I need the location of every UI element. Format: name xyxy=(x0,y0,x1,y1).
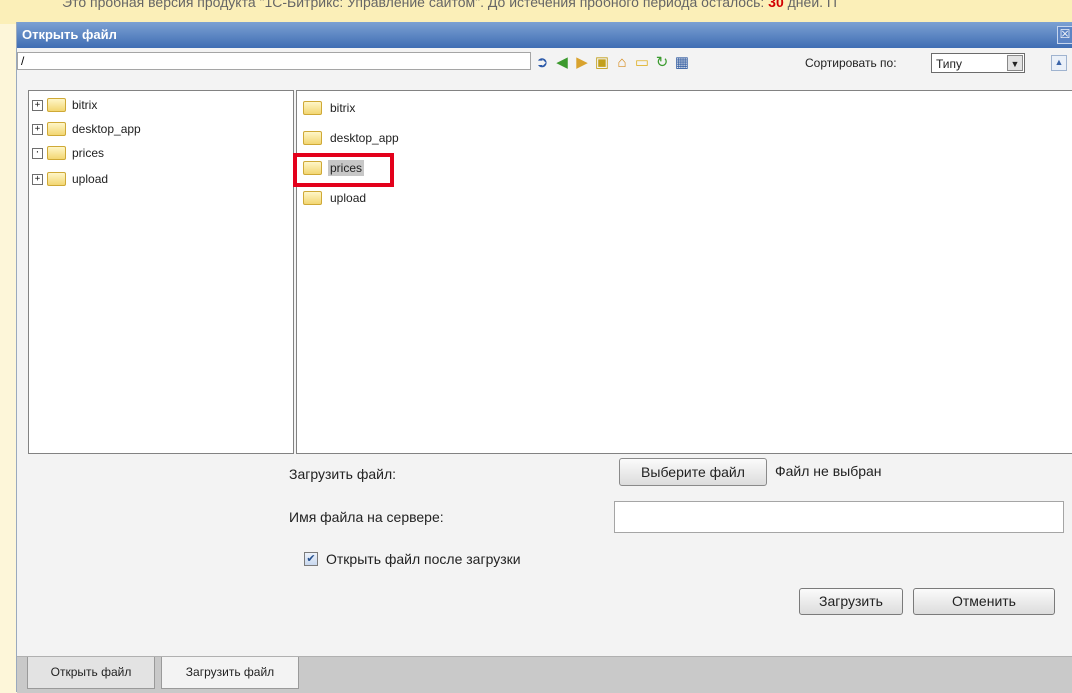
view-mode-icon[interactable]: ▦ xyxy=(673,53,691,71)
tab-open-file[interactable]: Открыть файл xyxy=(27,657,155,689)
trial-days: 30 xyxy=(768,0,784,10)
open-after-upload-checkbox[interactable]: ✔ xyxy=(304,552,318,566)
new-folder-icon[interactable]: ▭ xyxy=(633,53,651,71)
collapse-icon[interactable]: · xyxy=(32,147,43,159)
file-item-upload[interactable]: upload xyxy=(303,187,368,209)
folder-icon xyxy=(303,131,322,145)
folder-icon xyxy=(47,172,66,186)
back-icon[interactable]: ◀ xyxy=(553,53,571,71)
upload-button[interactable]: Загрузить xyxy=(799,588,903,615)
tree-item-prices[interactable]: · prices xyxy=(32,143,104,163)
tree-item-label: bitrix xyxy=(72,98,98,112)
sort-value: Типу xyxy=(936,57,963,71)
folder-tree: + bitrix + desktop_app · prices + upload xyxy=(28,90,294,454)
cancel-button[interactable]: Отменить xyxy=(913,588,1055,615)
folder-icon xyxy=(303,101,322,115)
tree-item-bitrix[interactable]: + bitrix xyxy=(32,95,97,115)
trial-notice: Это пробная версия продукта "1С-Битрикс:… xyxy=(62,0,837,10)
file-item-desktop-app[interactable]: desktop_app xyxy=(303,127,401,149)
choose-file-button[interactable]: Выберите файл xyxy=(619,458,767,486)
tree-item-label: upload xyxy=(72,172,109,186)
expand-icon[interactable]: + xyxy=(32,173,43,185)
expand-icon[interactable]: + xyxy=(32,99,43,111)
file-item-label: bitrix xyxy=(330,101,356,115)
file-item-label: desktop_app xyxy=(330,131,399,145)
tab-bar: Открыть файл Загрузить файл xyxy=(17,656,1072,693)
tree-item-desktop-app[interactable]: + desktop_app xyxy=(32,119,141,139)
no-file-text: Файл не выбран xyxy=(775,463,882,479)
tree-item-label: desktop_app xyxy=(72,122,141,136)
dialog-titlebar[interactable]: Открыть файл ☒ xyxy=(17,22,1072,48)
open-file-dialog: Открыть файл ☒ ➲ ◀ ▶ ▣ ⌂ ▭ ↻ ▦ Сортирова… xyxy=(16,22,1072,693)
upload-file-label: Загрузить файл: xyxy=(289,466,396,482)
sort-select[interactable]: Типу ▼ xyxy=(931,53,1025,73)
sort-label: Сортировать по: xyxy=(805,56,897,70)
file-item-prices[interactable]: prices xyxy=(293,153,394,187)
go-icon[interactable]: ➲ xyxy=(533,53,551,71)
tree-item-upload[interactable]: + upload xyxy=(32,169,108,189)
path-input[interactable] xyxy=(17,52,531,70)
file-item-label: upload xyxy=(330,191,367,205)
close-icon[interactable]: ☒ xyxy=(1057,26,1072,44)
refresh-icon[interactable]: ↻ xyxy=(653,53,671,71)
file-item-bitrix[interactable]: bitrix xyxy=(303,97,357,119)
highlight-box xyxy=(293,153,394,187)
file-list: bitrix desktop_app prices upload xyxy=(293,90,1072,454)
folder-icon xyxy=(303,191,322,205)
home-icon[interactable]: ⌂ xyxy=(613,53,631,71)
expand-icon[interactable]: + xyxy=(32,123,43,135)
folder-icon xyxy=(47,98,66,112)
tree-item-label: prices xyxy=(72,146,105,160)
dialog-title: Открыть файл xyxy=(22,27,117,42)
folder-icon xyxy=(47,146,66,160)
trial-notice-text: Это пробная версия продукта "1С-Битрикс:… xyxy=(62,0,765,10)
server-name-label: Имя файла на сервере: xyxy=(289,509,444,525)
tab-upload-file[interactable]: Загрузить файл xyxy=(161,657,299,689)
chevron-down-icon[interactable]: ▼ xyxy=(1007,55,1023,71)
folder-icon xyxy=(47,122,66,136)
trial-notice-tail: дней. П xyxy=(787,0,837,10)
open-after-upload-label: Открыть файл после загрузки xyxy=(326,551,521,567)
sort-direction-icon[interactable]: ▲ xyxy=(1051,55,1067,71)
server-filename-input[interactable] xyxy=(614,501,1064,533)
up-folder-icon[interactable]: ▣ xyxy=(593,53,611,71)
trial-notice-strip: Это пробная версия продукта "1С-Битрикс:… xyxy=(0,0,1072,24)
toolbar: ➲ ◀ ▶ ▣ ⌂ ▭ ↻ ▦ xyxy=(533,53,691,73)
forward-icon[interactable]: ▶ xyxy=(573,53,591,71)
